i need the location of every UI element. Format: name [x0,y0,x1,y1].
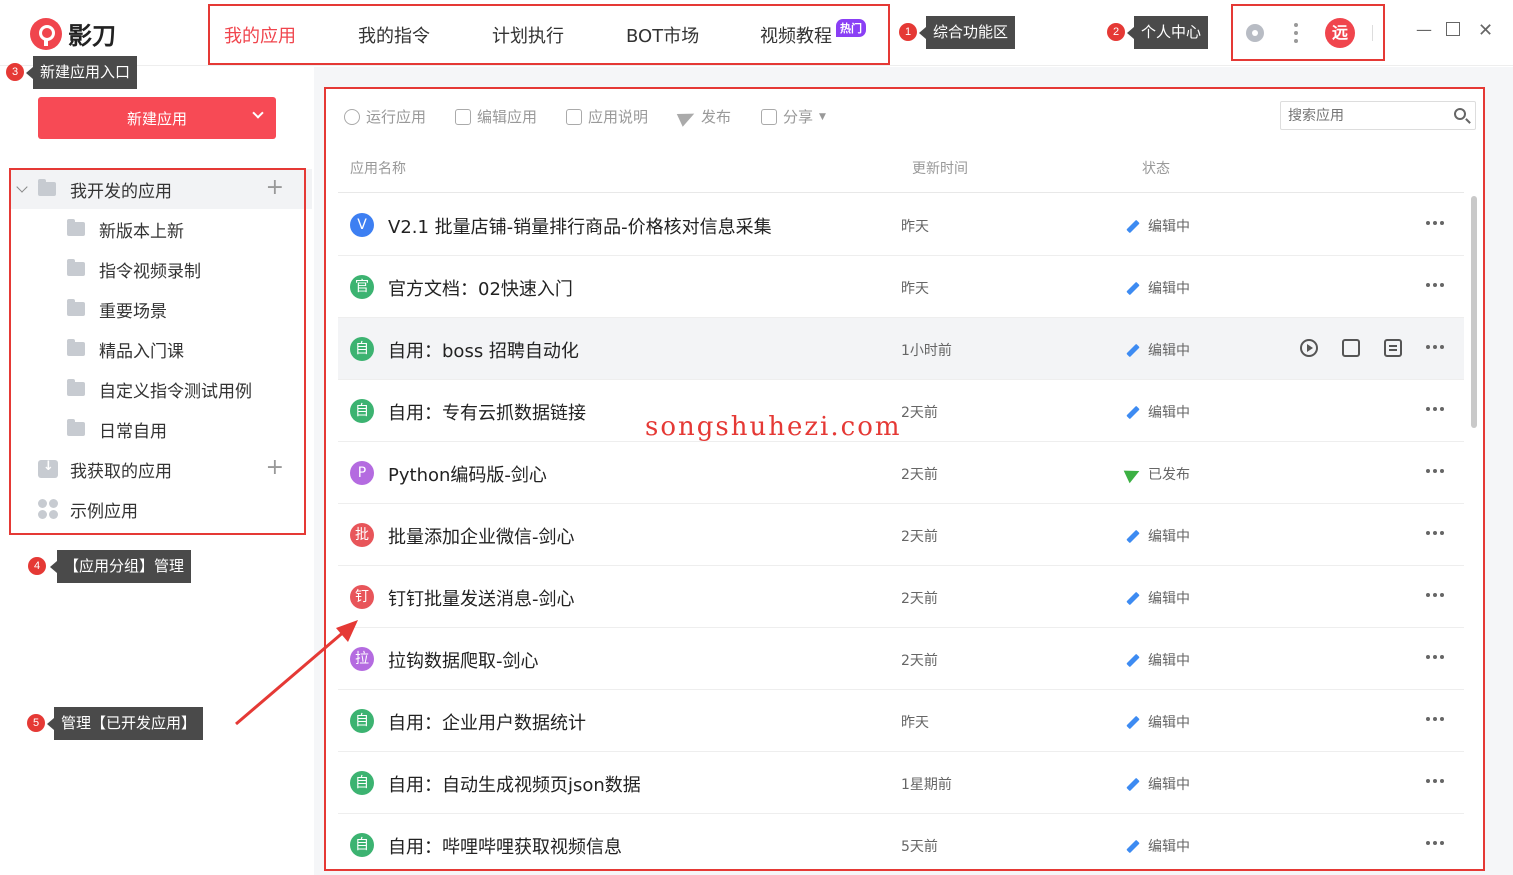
annotation-arrow [235,620,358,726]
